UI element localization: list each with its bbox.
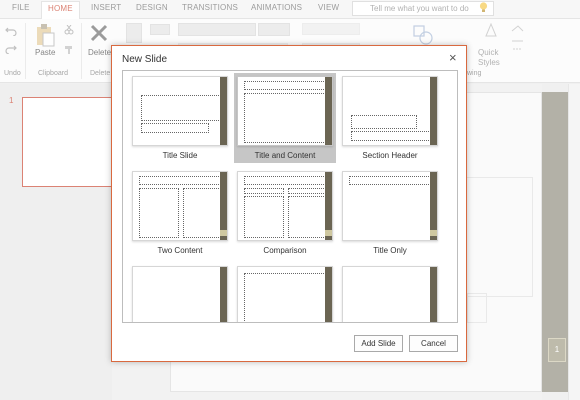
layout-name: Title and Content bbox=[254, 151, 316, 160]
title-placeholder bbox=[244, 176, 328, 185]
layout-gallery: Title Slide Title and Content Section He… bbox=[122, 70, 458, 323]
layout-name: Two Content bbox=[157, 246, 203, 255]
theme-strip-accent bbox=[220, 230, 227, 236]
layout-name: Title Only bbox=[373, 246, 407, 255]
layout-thumbnail bbox=[132, 266, 228, 322]
right-content-placeholder bbox=[288, 196, 328, 238]
theme-strip bbox=[220, 267, 227, 322]
layout-name: Title Slide bbox=[162, 151, 198, 160]
layout-thumbnail bbox=[132, 171, 228, 241]
close-icon[interactable]: × bbox=[449, 51, 457, 64]
subtitle-placeholder bbox=[141, 123, 209, 133]
right-content-placeholder bbox=[183, 188, 223, 238]
layout-name: Section Header bbox=[362, 151, 418, 160]
text-placeholder bbox=[351, 131, 431, 141]
dialog-title: New Slide bbox=[122, 54, 168, 65]
theme-strip bbox=[430, 77, 437, 145]
title-placeholder bbox=[244, 81, 328, 90]
layout-thumbnail bbox=[237, 266, 333, 322]
layout-title-only[interactable]: Title Only bbox=[339, 168, 441, 258]
layout-thumbnail bbox=[237, 171, 333, 241]
theme-strip bbox=[325, 267, 332, 322]
title-placeholder bbox=[349, 176, 433, 185]
new-slide-dialog: New Slide × Title Slide Title and Conten… bbox=[111, 45, 467, 362]
theme-strip bbox=[220, 77, 227, 145]
content-placeholder bbox=[244, 273, 328, 322]
title-placeholder bbox=[351, 115, 417, 129]
left-content-placeholder bbox=[244, 196, 284, 238]
layout-thumbnail bbox=[237, 76, 333, 146]
layout-thumbnail bbox=[342, 76, 438, 146]
layout-comparison[interactable]: Comparison bbox=[234, 168, 336, 258]
add-slide-button[interactable]: Add Slide bbox=[354, 335, 403, 352]
content-placeholder bbox=[244, 93, 328, 143]
cancel-button[interactable]: Cancel bbox=[409, 335, 458, 352]
left-content-placeholder bbox=[139, 188, 179, 238]
layout-title-slide[interactable]: Title Slide bbox=[129, 73, 231, 163]
layout-name: Comparison bbox=[263, 246, 307, 255]
right-heading-placeholder bbox=[288, 188, 328, 194]
layout-section-header[interactable]: Section Header bbox=[339, 73, 441, 163]
theme-strip bbox=[430, 267, 437, 322]
theme-strip-accent bbox=[325, 230, 332, 236]
layout-content-with-caption[interactable] bbox=[234, 263, 336, 322]
layout-title-and-content[interactable]: Title and Content bbox=[234, 73, 336, 163]
theme-strip bbox=[325, 77, 332, 145]
layout-picture-with-caption[interactable] bbox=[339, 263, 441, 322]
title-placeholder bbox=[139, 176, 223, 185]
left-heading-placeholder bbox=[244, 188, 284, 194]
layout-thumbnail bbox=[342, 171, 438, 241]
layout-thumbnail bbox=[342, 266, 438, 322]
layout-blank[interactable] bbox=[129, 263, 231, 322]
theme-strip-accent bbox=[430, 230, 437, 236]
title-placeholder bbox=[141, 95, 221, 121]
layout-thumbnail bbox=[132, 76, 228, 146]
layout-two-content[interactable]: Two Content bbox=[129, 168, 231, 258]
